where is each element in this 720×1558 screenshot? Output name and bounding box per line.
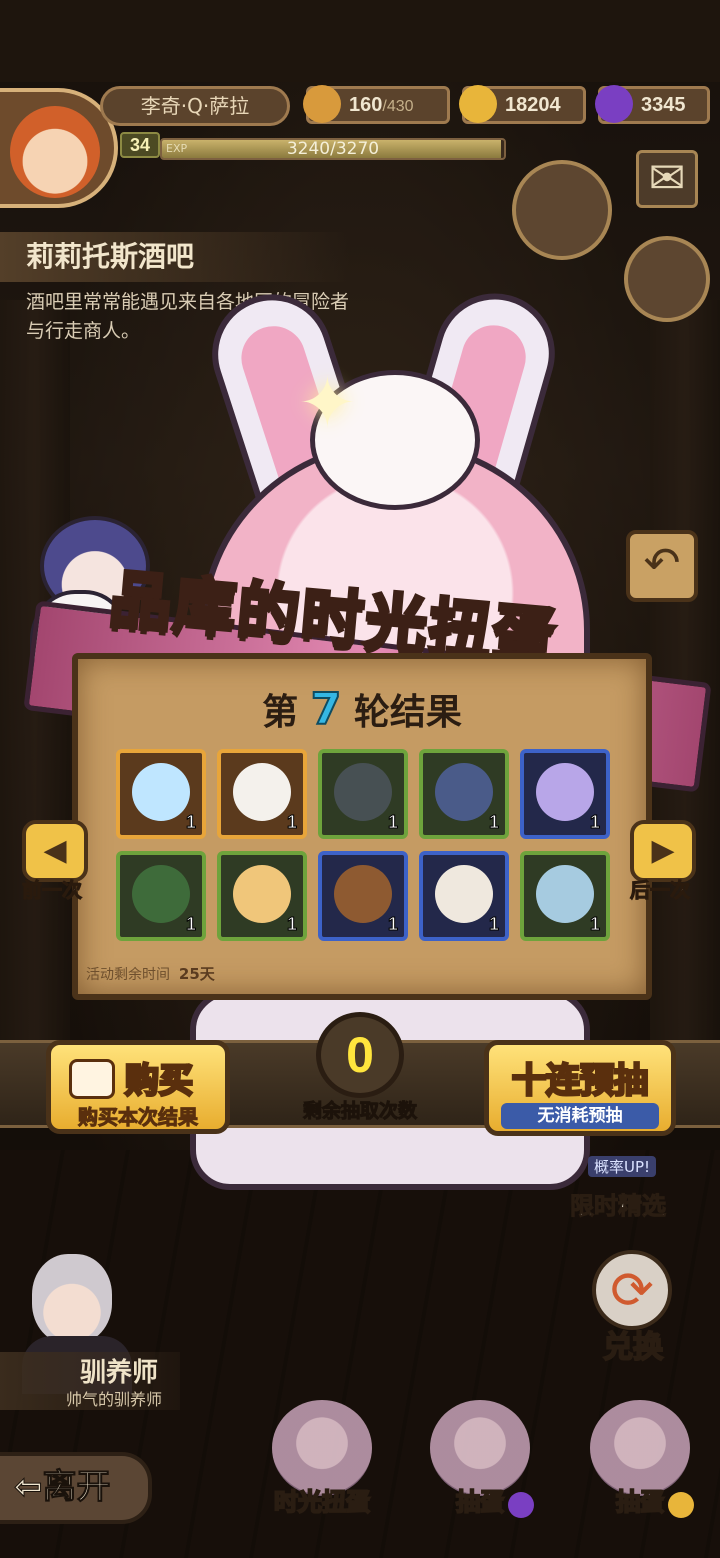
item-quantity: 1 (488, 812, 499, 833)
exp-bar: EXP 3240/3270 (160, 138, 506, 160)
prev-label[interactable]: 前一次 (22, 874, 83, 903)
result-slot[interactable]: 1 (116, 749, 206, 839)
location-title: 莉莉托斯酒吧 (0, 232, 350, 282)
item-quantity: 1 (185, 914, 196, 935)
gold-coin-icon (459, 85, 497, 123)
rate-up-tag: 概率UP! (588, 1156, 657, 1177)
player-portrait (10, 106, 100, 198)
trainer-portrait (32, 1254, 112, 1344)
exp-text: 3240/3270 (286, 139, 380, 159)
gem-counter[interactable]: 3345 (595, 85, 710, 124)
player-level: 34 (120, 132, 160, 158)
result-slot[interactable]: 1 (217, 851, 307, 941)
result-slot[interactable]: 1 (318, 749, 408, 839)
backpack-button[interactable] (624, 236, 710, 322)
event-timer: 活动剩余时间 25天 (86, 965, 215, 983)
item-quantity: 1 (387, 812, 398, 833)
remaining-draw-label: 剩余抽取次数 (302, 1100, 417, 1123)
item-quantity: 1 (589, 812, 600, 833)
result-slot[interactable]: 1 (419, 749, 509, 839)
item-quantity: 1 (387, 914, 398, 935)
purple-slime-icon (536, 763, 594, 821)
stamina-value: 160 (349, 94, 383, 116)
time-gacha-label: 时光扭蛋 (273, 1487, 371, 1517)
gold-coin-icon (668, 1492, 694, 1518)
npc-name: 驯养师 (80, 1358, 159, 1388)
item-quantity: 1 (589, 914, 600, 935)
result-item-grid: 1 1 1 1 1 1 1 1 1 1 (116, 749, 616, 941)
ten-draw-label: 十连预抽 (511, 1060, 650, 1103)
sparkle-icon: ✦ (298, 362, 357, 444)
purple-gem-icon (595, 85, 633, 123)
limited-label: 限时精选 (570, 1192, 667, 1221)
egg-ticket-icon (69, 1059, 115, 1099)
leave-button[interactable]: ⇦离开 (0, 1452, 152, 1524)
next-label[interactable]: 后一次 (630, 874, 691, 903)
item-quantity: 1 (286, 914, 297, 935)
clam-shell-icon (435, 763, 493, 821)
ten-draw-preview-button[interactable]: 十连预抽 无消耗预抽 (484, 1040, 676, 1136)
turtle-shell-icon (334, 763, 392, 821)
squirrel-berry-icon (334, 865, 392, 923)
gem-value: 3345 (641, 94, 686, 116)
stamina-cap: /430 (382, 98, 414, 115)
player-name: 李奇·Q·萨拉 (100, 86, 290, 126)
result-slot[interactable]: 1 (217, 749, 307, 839)
item-quantity: 1 (185, 812, 196, 833)
bread-icon (303, 85, 341, 123)
exchange-icon (592, 1250, 672, 1330)
mail-icon[interactable] (636, 150, 698, 208)
item-quantity: 1 (286, 812, 297, 833)
npc-nameplate: 驯养师 帅气的驯养师 (0, 1352, 180, 1410)
npc-title: 帅气的驯养师 (66, 1390, 163, 1409)
results-panel: 第 7 轮结果 1 1 1 1 1 1 1 1 1 1 活动剩余时间 25天 (72, 653, 652, 1000)
buy-button[interactable]: 购买 购买本次结果 (46, 1040, 230, 1134)
owl-egg-icon (435, 865, 493, 923)
result-slot[interactable]: 1 (318, 851, 408, 941)
limited-selection-button[interactable]: 概率UP! 限时精选 (566, 1150, 696, 1224)
golden-egg-icon (233, 865, 291, 923)
buy-sublabel: 购买本次结果 (78, 1105, 199, 1130)
leave-label: 离开 (42, 1467, 111, 1508)
angel-winged-egg-icon (233, 763, 291, 821)
gem-draw-tab[interactable]: 抽蛋 (420, 1380, 540, 1530)
result-slot[interactable]: 1 (116, 851, 206, 941)
gold-draw-tab[interactable]: 抽蛋 (580, 1380, 700, 1530)
item-quantity: 1 (488, 914, 499, 935)
prev-arrow-button[interactable]: ◀ (22, 820, 88, 882)
round-title: 第 7 轮结果 (262, 683, 462, 736)
exchange-button[interactable]: 兑换 (578, 1250, 688, 1366)
exchange-label: 兑换 (602, 1329, 664, 1366)
gold-counter[interactable]: 18204 (459, 85, 586, 124)
result-slot[interactable]: 1 (520, 851, 610, 941)
next-arrow-button[interactable]: ▶ (630, 820, 696, 882)
stamina-counter[interactable]: 160/430 (303, 85, 450, 124)
status-bar-area (0, 0, 720, 82)
purple-gem-icon (508, 1492, 534, 1518)
remaining-draw-count: 0 (316, 1012, 404, 1098)
crowned-winged-egg-icon (132, 763, 190, 821)
quest-scroll-button[interactable] (512, 160, 612, 260)
gold-value: 18204 (505, 94, 561, 116)
buy-label: 购买 (124, 1060, 195, 1103)
round-number: 7 (310, 683, 343, 736)
result-slot[interactable]: 1 (419, 851, 509, 941)
return-button[interactable]: ↶ (626, 530, 698, 602)
time-gacha-tab[interactable]: 时光扭蛋 (262, 1380, 382, 1530)
ten-draw-sublabel: 无消耗预抽 (501, 1103, 659, 1129)
lantern-icon (132, 865, 190, 923)
result-slot[interactable]: 1 (520, 749, 610, 839)
glass-flask-icon (536, 865, 594, 923)
